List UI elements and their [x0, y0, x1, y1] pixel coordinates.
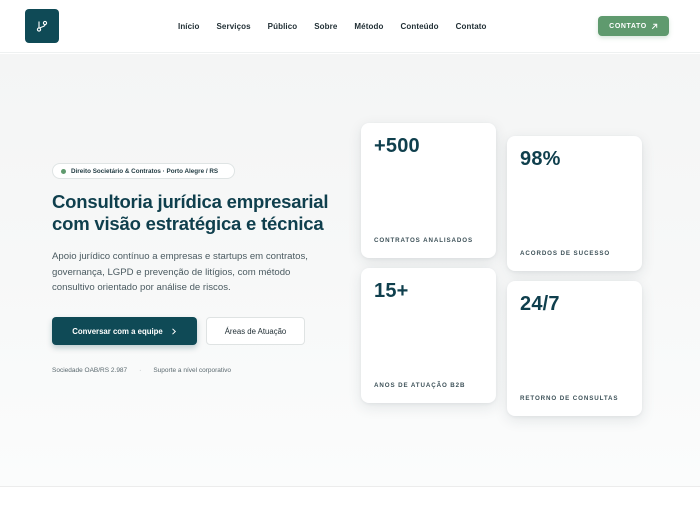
- nav-item-servicos[interactable]: Serviços: [217, 22, 251, 31]
- status-dot: [61, 168, 66, 174]
- stat-label: ACORDOS DE SUCESSO: [520, 250, 611, 257]
- main-nav: Início Serviços Público Sobre Método Con…: [178, 0, 504, 53]
- nav-item-sobre[interactable]: Sobre: [314, 22, 337, 31]
- logo[interactable]: [25, 9, 59, 43]
- talk-to-team-button[interactable]: Conversar com a equipe: [52, 317, 197, 345]
- stat-value: 24/7: [520, 293, 560, 315]
- practice-areas-button[interactable]: Áreas de Atuação: [206, 317, 305, 345]
- nav-item-contato[interactable]: Contato: [456, 22, 487, 31]
- hero-title: Consultoria jurídica empresarial com vis…: [52, 191, 352, 235]
- arrow-up-right-icon: [651, 23, 658, 29]
- meta-separator: ·: [139, 367, 142, 374]
- badge-text: Direito Societário & Contratos · Porto A…: [71, 167, 219, 175]
- hero-meta: Sociedade OAB/RS 2.987 · Suporte a nível…: [52, 367, 231, 374]
- talk-to-team-label: Conversar com a equipe: [72, 326, 163, 336]
- stat-card-contracts: +500 CONTRATOS ANALISADOS: [361, 123, 496, 258]
- stat-label: ANOS DE ATUAÇÃO B2B: [374, 382, 466, 389]
- hero-title-line2: com visão estratégica e técnica: [52, 213, 324, 234]
- section-divider: [0, 486, 700, 487]
- hero-title-line1: Consultoria jurídica empresarial: [52, 191, 329, 212]
- support-level: Suporte a nível corporativo: [153, 367, 232, 374]
- chevron-right-icon: [171, 327, 176, 335]
- hero-subtitle: Apoio jurídico contínuo a empresas e sta…: [52, 251, 308, 293]
- nav-item-publico[interactable]: Público: [268, 22, 298, 31]
- nav-item-inicio[interactable]: Início: [178, 22, 200, 31]
- nav-item-conteudo[interactable]: Conteúdo: [400, 22, 438, 31]
- location-badge: Direito Societário & Contratos · Porto A…: [52, 163, 235, 179]
- stat-card-years: 15+ ANOS DE ATUAÇÃO B2B: [361, 268, 496, 403]
- stat-label: RETORNO DE CONSULTAS: [520, 395, 619, 402]
- site-header: Início Serviços Público Sobre Método Con…: [0, 0, 700, 53]
- nav-item-metodo[interactable]: Método: [354, 22, 383, 31]
- stat-label: CONTRATOS ANALISADOS: [374, 237, 474, 244]
- stat-value: 98%: [520, 148, 561, 170]
- contact-cta-button[interactable]: CONTATO: [598, 16, 669, 36]
- stat-card-agreements: 98% ACORDOS DE SUCESSO: [507, 136, 642, 271]
- git-branch-icon: [36, 20, 48, 32]
- practice-areas-label: Áreas de Atuação: [224, 326, 287, 336]
- stat-value: +500: [374, 135, 420, 157]
- contact-cta-label: CONTATO: [609, 22, 647, 30]
- stat-value: 15+: [374, 280, 409, 302]
- oab-registration: Sociedade OAB/RS 2.987: [52, 367, 128, 374]
- stat-card-response: 24/7 RETORNO DE CONSULTAS: [507, 281, 642, 416]
